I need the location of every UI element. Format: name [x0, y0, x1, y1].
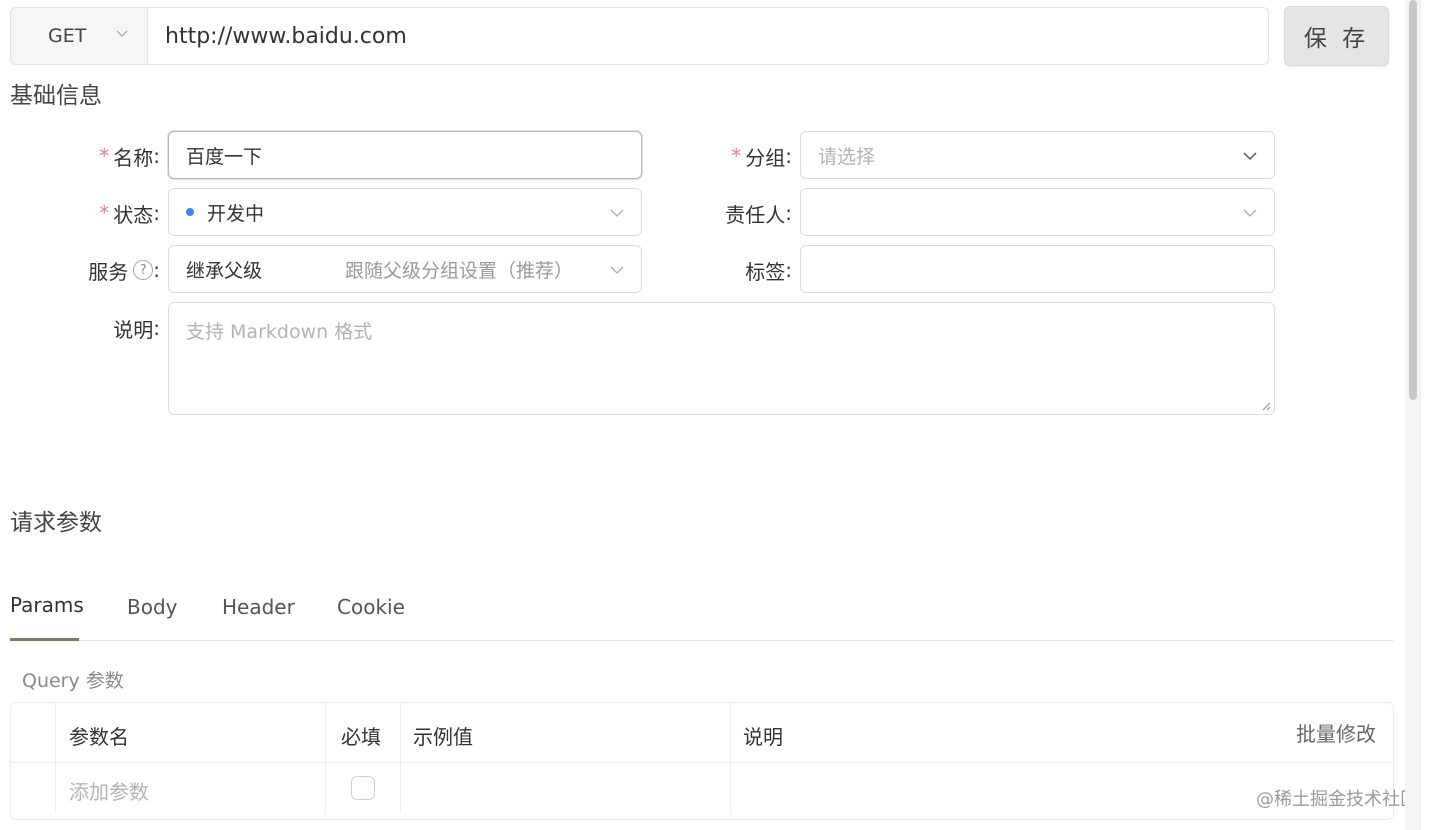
- chevron-down-icon: [116, 30, 128, 37]
- label-tags: 标签:: [745, 258, 792, 284]
- label-name: * 名称:: [99, 144, 160, 170]
- tab-body[interactable]: Body: [127, 595, 178, 619]
- service-value: 继承父级: [186, 259, 263, 282]
- section-title-request-params: 请求参数: [10, 510, 102, 536]
- label-owner: 责任人:: [725, 201, 792, 227]
- scrollbar-thumb[interactable]: [1409, 0, 1417, 400]
- chevron-down-icon: [1243, 152, 1257, 161]
- active-tab-indicator: [10, 638, 79, 641]
- method-value: GET: [48, 25, 87, 47]
- query-params-label: Query 参数: [22, 670, 124, 692]
- status-select[interactable]: 开发中: [168, 188, 642, 236]
- table-col-divider: [400, 703, 401, 813]
- section-title-basic-info: 基础信息: [10, 83, 102, 109]
- label-status: * 状态:: [99, 201, 160, 227]
- tab-header[interactable]: Header: [222, 595, 295, 619]
- required-star: *: [99, 201, 110, 225]
- service-hint: 跟随父级分组设置（推荐）: [345, 259, 574, 282]
- name-input[interactable]: 百度一下: [168, 131, 642, 179]
- status-dot-icon: [186, 208, 194, 216]
- table-col-divider: [730, 703, 731, 813]
- owner-select[interactable]: [800, 188, 1275, 236]
- column-header-param-name: 参数名: [69, 725, 129, 749]
- tab-params[interactable]: Params: [10, 593, 84, 617]
- table-row-divider: [11, 762, 1393, 763]
- tab-cookie[interactable]: Cookie: [337, 595, 405, 619]
- window-edge: [1420, 0, 1440, 830]
- table-col-divider: [55, 703, 56, 813]
- required-star: *: [99, 144, 110, 168]
- description-placeholder: 支持 Markdown 格式: [186, 321, 373, 343]
- chevron-down-icon: [1243, 209, 1257, 217]
- help-circle-icon[interactable]: ?: [133, 260, 154, 280]
- required-star: *: [731, 144, 742, 168]
- resize-handle-icon[interactable]: [1261, 401, 1271, 411]
- url-value: http://www.baidu.com: [165, 23, 407, 49]
- add-param-input[interactable]: 添加参数: [69, 776, 149, 805]
- watermark: @稀土掘金技术社区: [1256, 789, 1418, 810]
- required-checkbox[interactable]: [351, 776, 375, 800]
- group-placeholder: 请选择: [818, 145, 876, 168]
- tabs-divider: [10, 640, 1394, 641]
- method-select[interactable]: GET: [10, 7, 148, 65]
- group-select[interactable]: 请选择: [800, 131, 1275, 179]
- label-description: 说明:: [113, 316, 160, 342]
- bulk-edit-button[interactable]: 批量修改: [1296, 718, 1376, 747]
- table-col-divider: [325, 703, 326, 813]
- column-header-example: 示例值: [413, 725, 473, 749]
- service-select[interactable]: 继承父级 跟随父级分组设置（推荐）: [168, 245, 642, 293]
- chevron-down-icon: [610, 209, 624, 217]
- label-group: * 分组:: [731, 144, 792, 170]
- description-textarea[interactable]: 支持 Markdown 格式: [168, 302, 1275, 415]
- chevron-down-icon: [610, 266, 624, 274]
- column-header-required: 必填: [341, 725, 381, 749]
- column-header-description: 说明: [743, 725, 783, 749]
- label-service: 服务 ?:: [88, 258, 160, 284]
- name-value: 百度一下: [186, 145, 263, 168]
- params-table: [10, 702, 1394, 820]
- url-input[interactable]: http://www.baidu.com: [147, 7, 1269, 65]
- save-button[interactable]: 保 存: [1284, 6, 1389, 66]
- status-value: 开发中: [207, 202, 265, 225]
- tags-input[interactable]: [800, 245, 1275, 293]
